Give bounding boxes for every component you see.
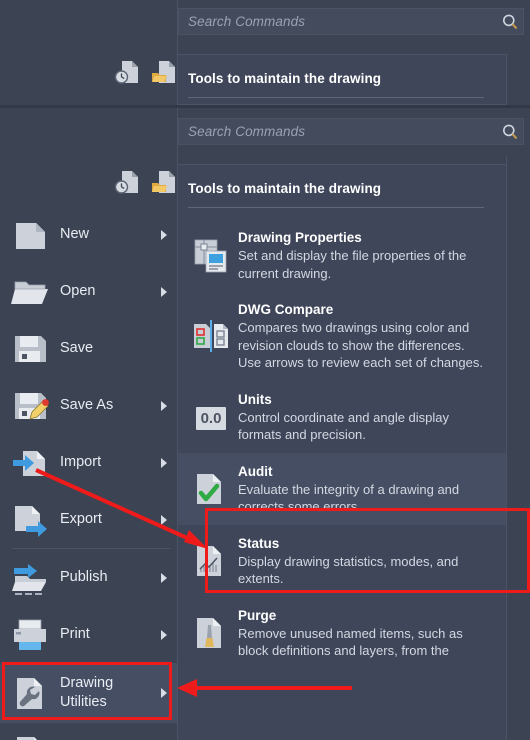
- command-title: Status: [238, 535, 280, 551]
- command-drawing-properties[interactable]: Drawing Properties Set and display the f…: [178, 219, 506, 291]
- chevron-right-icon: [151, 687, 177, 699]
- status-icon: [188, 535, 234, 588]
- chevron-right-icon: [151, 514, 177, 526]
- command-text: Purge Remove unused named items, such as…: [234, 607, 488, 660]
- menu-item-new[interactable]: New: [0, 206, 177, 263]
- chevron-right-icon: [151, 572, 177, 584]
- drawing-utilities-icon: [0, 673, 60, 713]
- menu-item-label: Import: [60, 454, 102, 470]
- command-audit[interactable]: Audit Evaluate the integrity of a drawin…: [178, 452, 506, 525]
- menu-item-drawing-utilities[interactable]: Drawing Utilities: [0, 663, 177, 723]
- printer-icon: [0, 615, 60, 655]
- menu-item-label: Print: [60, 626, 90, 642]
- menu-item-label: Open: [60, 283, 96, 299]
- flyout-heading: Tools to maintain the drawing: [188, 181, 382, 196]
- save-as-icon: [0, 386, 60, 426]
- command-units[interactable]: 0.0 Units Control coordinate and angle d…: [178, 381, 506, 453]
- chevron-right-icon: [151, 629, 177, 641]
- command-title: Audit: [238, 463, 273, 479]
- menu-item-label-line2: Utilities: [60, 694, 107, 710]
- open-folder-icon: [0, 272, 60, 312]
- command-text: Audit Evaluate the integrity of a drawin…: [234, 463, 488, 516]
- command-status[interactable]: Status Display drawing statistics, modes…: [178, 525, 506, 597]
- menu-item-import[interactable]: Import: [0, 434, 177, 491]
- recent-documents-icon[interactable]: [113, 168, 141, 201]
- command-title: Purge: [238, 607, 277, 623]
- units-icon: 0.0: [188, 391, 234, 444]
- flyout-rule: [188, 207, 484, 208]
- search-input-top[interactable]: Search Commands: [179, 14, 497, 29]
- command-description: Evaluate the integrity of a drawing and …: [238, 481, 460, 515]
- menu-item-save[interactable]: Save: [0, 320, 177, 377]
- export-icon: [0, 500, 60, 540]
- open-documents-icon[interactable]: [150, 58, 178, 91]
- command-text: Status Display drawing statistics, modes…: [234, 535, 488, 588]
- quick-doc-icons: [113, 168, 178, 201]
- command-description: Remove unused named items, such as block…: [238, 625, 463, 659]
- command-title: DWG Compare: [238, 302, 334, 317]
- chevron-right-icon: [151, 229, 177, 241]
- menu-item-export[interactable]: Export: [0, 491, 177, 548]
- application-menu: New Open Save Save As Import Export Publ…: [0, 206, 177, 740]
- menu-item-label: Save As: [60, 397, 114, 413]
- flyout-panel: Tools to maintain the drawing Drawing Pr…: [177, 164, 507, 740]
- pane-vertical-separator-top: [177, 0, 178, 54]
- audit-icon: [188, 463, 234, 516]
- menu-item-partial[interactable]: [0, 723, 177, 740]
- chevron-right-icon: [151, 400, 177, 412]
- command-description: Control coordinate and angle display for…: [238, 409, 450, 443]
- quick-doc-icons-top: [113, 58, 178, 91]
- menu-item-label: Drawing Utilities: [60, 674, 151, 712]
- save-floppy-icon: [0, 329, 60, 369]
- menu-item-save-as[interactable]: Save As: [0, 377, 177, 434]
- units-icon-text: 0.0: [195, 406, 227, 430]
- purge-icon: [188, 607, 234, 660]
- command-text: Drawing Properties Set and display the f…: [234, 229, 488, 282]
- menu-item-label: New: [60, 226, 90, 242]
- menu-item-print[interactable]: Print: [0, 606, 177, 663]
- main-pane: Search Commands New Open Save Save As Im…: [0, 108, 530, 740]
- menu-item-label-line1: Drawing: [60, 675, 114, 691]
- dwg-compare-icon: [188, 301, 234, 372]
- flyout-rule-top: [188, 97, 484, 98]
- search-icon[interactable]: [497, 122, 523, 142]
- command-title: Drawing Properties: [238, 230, 362, 245]
- flyout-panel-top: Tools to maintain the drawing: [177, 54, 507, 105]
- command-description: Display drawing statistics, modes, and e…: [238, 553, 459, 587]
- document-icon: [0, 732, 60, 740]
- open-documents-icon[interactable]: [150, 168, 178, 201]
- command-purge[interactable]: Purge Remove unused named items, such as…: [178, 597, 506, 669]
- drawing-properties-icon: [188, 229, 234, 282]
- menu-item-label: Publish: [60, 569, 108, 585]
- command-text: Units Control coordinate and angle displ…: [234, 391, 488, 444]
- app-root: Search Commands Tools to maintain the dr…: [0, 0, 530, 740]
- command-title: Units: [238, 391, 272, 407]
- menu-item-open[interactable]: Open: [0, 263, 177, 320]
- chevron-right-icon: [151, 457, 177, 469]
- command-description: Set and display the file properties of t…: [238, 248, 467, 281]
- publish-icon: [0, 558, 60, 598]
- import-icon: [0, 443, 60, 483]
- command-description: Compares two drawings using color and re…: [238, 320, 483, 370]
- search-input[interactable]: Search Commands: [179, 124, 497, 139]
- top-pane: Search Commands Tools to maintain the dr…: [0, 0, 530, 105]
- chevron-right-icon: [151, 286, 177, 298]
- command-text: DWG Compare Compares two drawings using …: [234, 301, 488, 372]
- new-file-icon: [0, 215, 60, 255]
- search-commands-field[interactable]: Search Commands: [178, 118, 524, 145]
- menu-item-publish[interactable]: Publish: [0, 549, 177, 606]
- menu-item-label: Save: [60, 340, 94, 356]
- recent-documents-icon[interactable]: [113, 58, 141, 91]
- search-commands-field-top[interactable]: Search Commands: [178, 8, 524, 35]
- command-dwg-compare[interactable]: DWG Compare Compares two drawings using …: [178, 291, 506, 381]
- flyout-heading-top: Tools to maintain the drawing: [188, 71, 382, 86]
- search-icon[interactable]: [497, 12, 523, 32]
- menu-item-label: Export: [60, 511, 102, 527]
